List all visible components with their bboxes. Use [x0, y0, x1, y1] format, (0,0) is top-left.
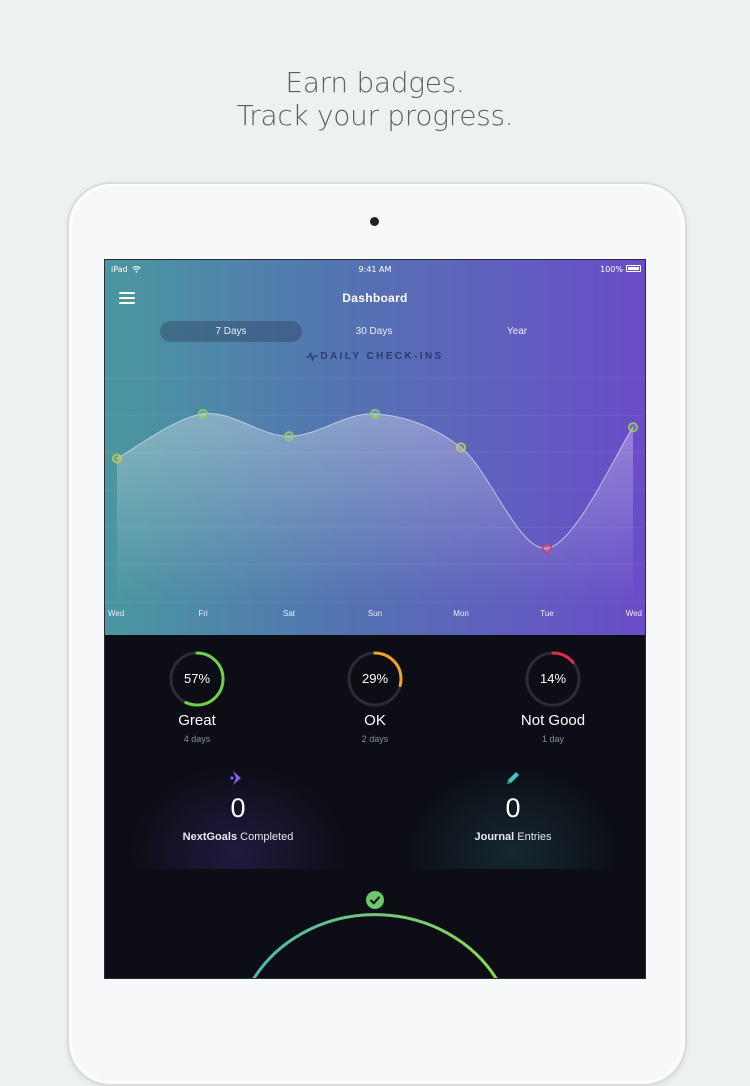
journal-label: Journal Entries [474, 831, 552, 843]
mood-label: Great [178, 712, 216, 729]
x-tick-label: Sat [283, 609, 296, 618]
x-tick-label: Mon [453, 609, 469, 618]
mood-days: 2 days [361, 734, 389, 744]
data-point[interactable] [112, 453, 122, 464]
mood-ok[interactable]: 29% OK 2 days [300, 650, 450, 744]
mood-percent: 29% [361, 671, 389, 686]
tab-7-days[interactable]: 7 Days [160, 321, 302, 342]
mood-not-good[interactable]: 14% Not Good 1 day [478, 650, 628, 744]
mood-percent: 14% [539, 671, 567, 686]
stats-panel: 57% Great 4 days 29% OK 2 days 14% Not G… [105, 635, 645, 978]
x-tick-label: Fri [198, 609, 208, 618]
nextgoals-card[interactable]: 0 NextGoals Completed [127, 763, 349, 869]
badge-progress-arc [252, 889, 498, 978]
next-chevron-icon [230, 771, 241, 785]
mood-percent: 57% [183, 671, 211, 686]
mood-label: Not Good [520, 712, 586, 729]
daily-checkins-chart: Wed Fri Sat Sun Mon Tue Wed [105, 377, 645, 618]
data-point[interactable] [198, 408, 209, 419]
pulse-icon [306, 351, 319, 362]
page-title: Dashboard [342, 291, 408, 305]
data-point[interactable] [455, 442, 466, 453]
chart-title: DAILY CHECK-INS [105, 351, 645, 362]
journal-count: 0 [505, 793, 521, 823]
check-badge-icon [364, 889, 386, 911]
x-tick-label: Wed [108, 609, 124, 618]
mood-days: 4 days [183, 734, 211, 744]
series-area [117, 413, 633, 602]
mood-days: 1 day [541, 734, 565, 744]
data-point[interactable] [369, 408, 380, 419]
x-tick-label: Wed [626, 609, 642, 618]
front-camera [370, 217, 379, 226]
nextgoals-count: 0 [230, 793, 246, 823]
marketing-headline: Earn badges. Track your progress. [0, 66, 750, 132]
data-point[interactable] [284, 431, 295, 442]
mood-great[interactable]: 57% Great 4 days [122, 650, 272, 744]
range-tabs: 7 Days 30 Days Year [160, 321, 590, 342]
tab-year[interactable]: Year [446, 321, 588, 342]
pencil-icon [507, 772, 519, 784]
headline-line-2: Track your progress. [236, 99, 514, 132]
nextgoals-label: NextGoals Completed [182, 831, 294, 843]
data-point[interactable] [627, 422, 638, 433]
mood-label: OK [364, 712, 386, 729]
headline-line-1: Earn badges. [285, 66, 465, 99]
app-screen: iPad 9:41 AM 100% Wed Fri Sat Sun Mon Tue Wed … [104, 259, 646, 979]
tab-30-days[interactable]: 30 Days [303, 321, 445, 342]
x-tick-label: Sun [368, 609, 382, 618]
x-tick-label: Tue [540, 609, 554, 618]
data-point[interactable] [541, 543, 552, 554]
journal-card[interactable]: 0 Journal Entries [402, 763, 624, 869]
chart-panel: iPad 9:41 AM 100% Wed Fri Sat Sun Mon Tue Wed … [105, 260, 645, 635]
